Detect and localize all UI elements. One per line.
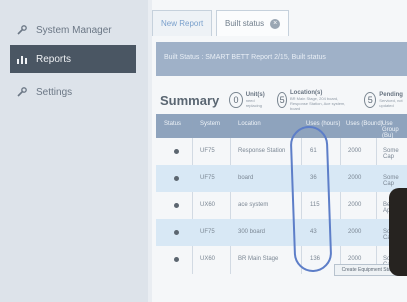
cell-system: UF75 bbox=[200, 148, 215, 154]
status-dot bbox=[174, 203, 179, 208]
sidebar-item-settings[interactable]: Settings bbox=[10, 78, 136, 106]
locations-stat: 5 Location(s) BR Main Stage, 204 board, … bbox=[277, 90, 354, 111]
summary-section: Summary 0 Unit(s) need replacing 5 Locat… bbox=[160, 86, 407, 114]
table-row[interactable]: UX60 ace system 115 2000 Between Ap bbox=[156, 192, 407, 219]
cell-location: BR Main Stage bbox=[238, 256, 279, 262]
sidebar-item-reports[interactable]: Reports bbox=[10, 45, 136, 73]
units-subtext: need replacing bbox=[245, 98, 262, 108]
locations-count: 5 bbox=[277, 92, 287, 108]
cell-uses-bound: 2000 bbox=[348, 148, 362, 154]
summary-title: Summary bbox=[160, 92, 220, 108]
tab-new-report[interactable]: New Report bbox=[152, 10, 213, 36]
table-row[interactable]: UF75 Response Station 61 2000 Some Cap bbox=[156, 138, 407, 165]
hand-held-device bbox=[389, 188, 407, 276]
cell-uses-bound: 2000 bbox=[348, 256, 362, 262]
cell-location: 300 board bbox=[238, 229, 266, 235]
close-icon[interactable]: × bbox=[270, 18, 281, 29]
banner-text: Built Status : SMART BETT Report 2/15, B… bbox=[164, 54, 326, 61]
cell-location: Response Station bbox=[238, 148, 286, 154]
table-row[interactable]: UF75 board 36 2000 Some Cap bbox=[156, 165, 407, 192]
tab-label: New Report bbox=[161, 19, 204, 28]
cell-uses-bound: 2000 bbox=[348, 229, 362, 235]
sidebar-item-system-manager[interactable]: System Manager bbox=[10, 16, 136, 44]
header-uses-bound: Uses (Bound) bbox=[346, 121, 383, 127]
status-dot bbox=[174, 230, 179, 235]
locations-subtext: BR Main Stage, 204 board, Response Stati… bbox=[290, 95, 346, 111]
cell-location: ace system bbox=[238, 202, 269, 208]
report-banner: Built Status : SMART BETT Report 2/15, B… bbox=[156, 42, 407, 76]
cell-system: UF75 bbox=[200, 175, 215, 181]
header-system: System bbox=[200, 121, 221, 127]
cell-system: UF75 bbox=[200, 229, 215, 235]
tab-built-status[interactable]: Built status × bbox=[216, 10, 290, 36]
status-table: Status System Location Uses (hours) Uses… bbox=[156, 114, 407, 274]
cell-use-group: Some Cap bbox=[383, 175, 399, 187]
bar-chart-icon bbox=[16, 53, 28, 65]
units-count: 0 bbox=[229, 92, 243, 108]
sidebar-item-label: Settings bbox=[36, 86, 73, 98]
header-location: Location bbox=[238, 121, 261, 127]
cell-uses-bound: 2000 bbox=[348, 175, 362, 181]
pending-count: 5 bbox=[364, 92, 377, 108]
sidebar-item-label: System Manager bbox=[36, 24, 112, 36]
app-window: System Manager Reports Settings New Repo… bbox=[0, 0, 407, 302]
tab-bar: New Report Built status × bbox=[152, 8, 407, 38]
status-dot bbox=[174, 149, 179, 154]
table-header: Status System Location Uses (hours) Uses… bbox=[156, 114, 407, 139]
wrench-icon bbox=[16, 24, 28, 36]
status-dot bbox=[174, 257, 179, 262]
annotation-circle bbox=[289, 125, 333, 273]
cell-location: board bbox=[238, 175, 254, 181]
sidebar-item-label: Reports bbox=[36, 53, 72, 65]
wrench-icon bbox=[16, 86, 28, 98]
cell-uses-bound: 2000 bbox=[348, 202, 362, 208]
cell-system: UX60 bbox=[200, 202, 216, 208]
status-dot bbox=[174, 176, 179, 181]
cell-use-group: Some Cap bbox=[383, 148, 399, 160]
header-status: Status bbox=[164, 121, 182, 127]
sidebar: System Manager Reports Settings bbox=[0, 0, 148, 302]
table-row[interactable]: UF75 300 board 43 2000 Some Cap bbox=[156, 219, 407, 246]
units-stat: 0 Unit(s) need replacing bbox=[229, 92, 267, 108]
tab-label: Built status bbox=[225, 19, 265, 28]
pending-subtext: Serviced, not updated bbox=[379, 98, 403, 108]
pending-stat: 5 Pending Serviced, not updated bbox=[364, 92, 407, 108]
cell-system: UX60 bbox=[200, 256, 216, 262]
main-panel: New Report Built status × Built Status :… bbox=[152, 0, 407, 302]
header-use-group: Use Group (Bu) bbox=[382, 121, 399, 139]
